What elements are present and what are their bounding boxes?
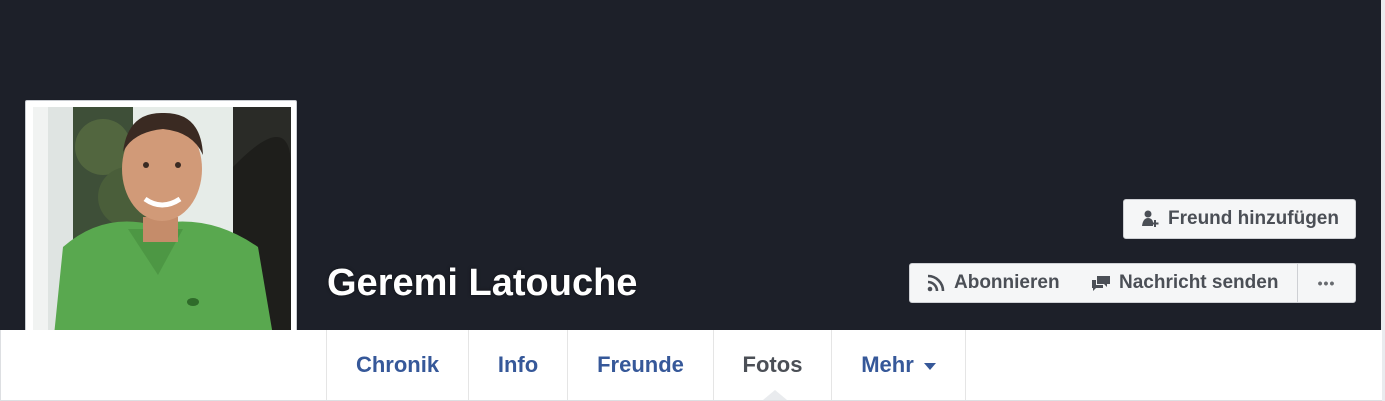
caret-down-icon	[923, 362, 936, 370]
tab-fotos-label: Fotos	[742, 352, 803, 377]
send-message-label: Nachricht senden	[1119, 272, 1279, 293]
profile-name[interactable]: Geremi Latouche	[327, 262, 637, 305]
profile-tab-bar: Chronik Info Freunde Fotos Mehr	[0, 330, 1382, 401]
add-friend-icon	[1140, 209, 1160, 229]
active-tab-indicator	[763, 390, 787, 400]
tab-mehr-label: Mehr	[861, 352, 914, 377]
tab-chronik[interactable]: Chronik	[326, 330, 469, 400]
message-icon	[1091, 273, 1111, 293]
add-friend-button[interactable]: Freund hinzufügen	[1123, 199, 1356, 239]
send-message-button[interactable]: Nachricht senden	[1075, 263, 1298, 303]
tab-info-label: Info	[497, 352, 539, 377]
more-options-button[interactable]: •••	[1297, 263, 1356, 303]
tab-chronik-label: Chronik	[355, 352, 440, 377]
rss-icon	[926, 273, 946, 293]
subscribe-label: Abonnieren	[954, 272, 1060, 293]
tab-freunde-label: Freunde	[597, 352, 684, 377]
tab-freunde[interactable]: Freunde	[568, 330, 714, 400]
tab-info[interactable]: Info	[469, 330, 568, 400]
subscribe-button[interactable]: Abonnieren	[909, 263, 1076, 303]
profile-picture[interactable]	[33, 107, 291, 365]
ellipsis-icon: •••	[1317, 275, 1336, 291]
tab-mehr[interactable]: Mehr	[832, 330, 966, 400]
add-friend-label: Freund hinzufügen	[1168, 208, 1339, 229]
profile-photo-illustration	[33, 107, 291, 365]
